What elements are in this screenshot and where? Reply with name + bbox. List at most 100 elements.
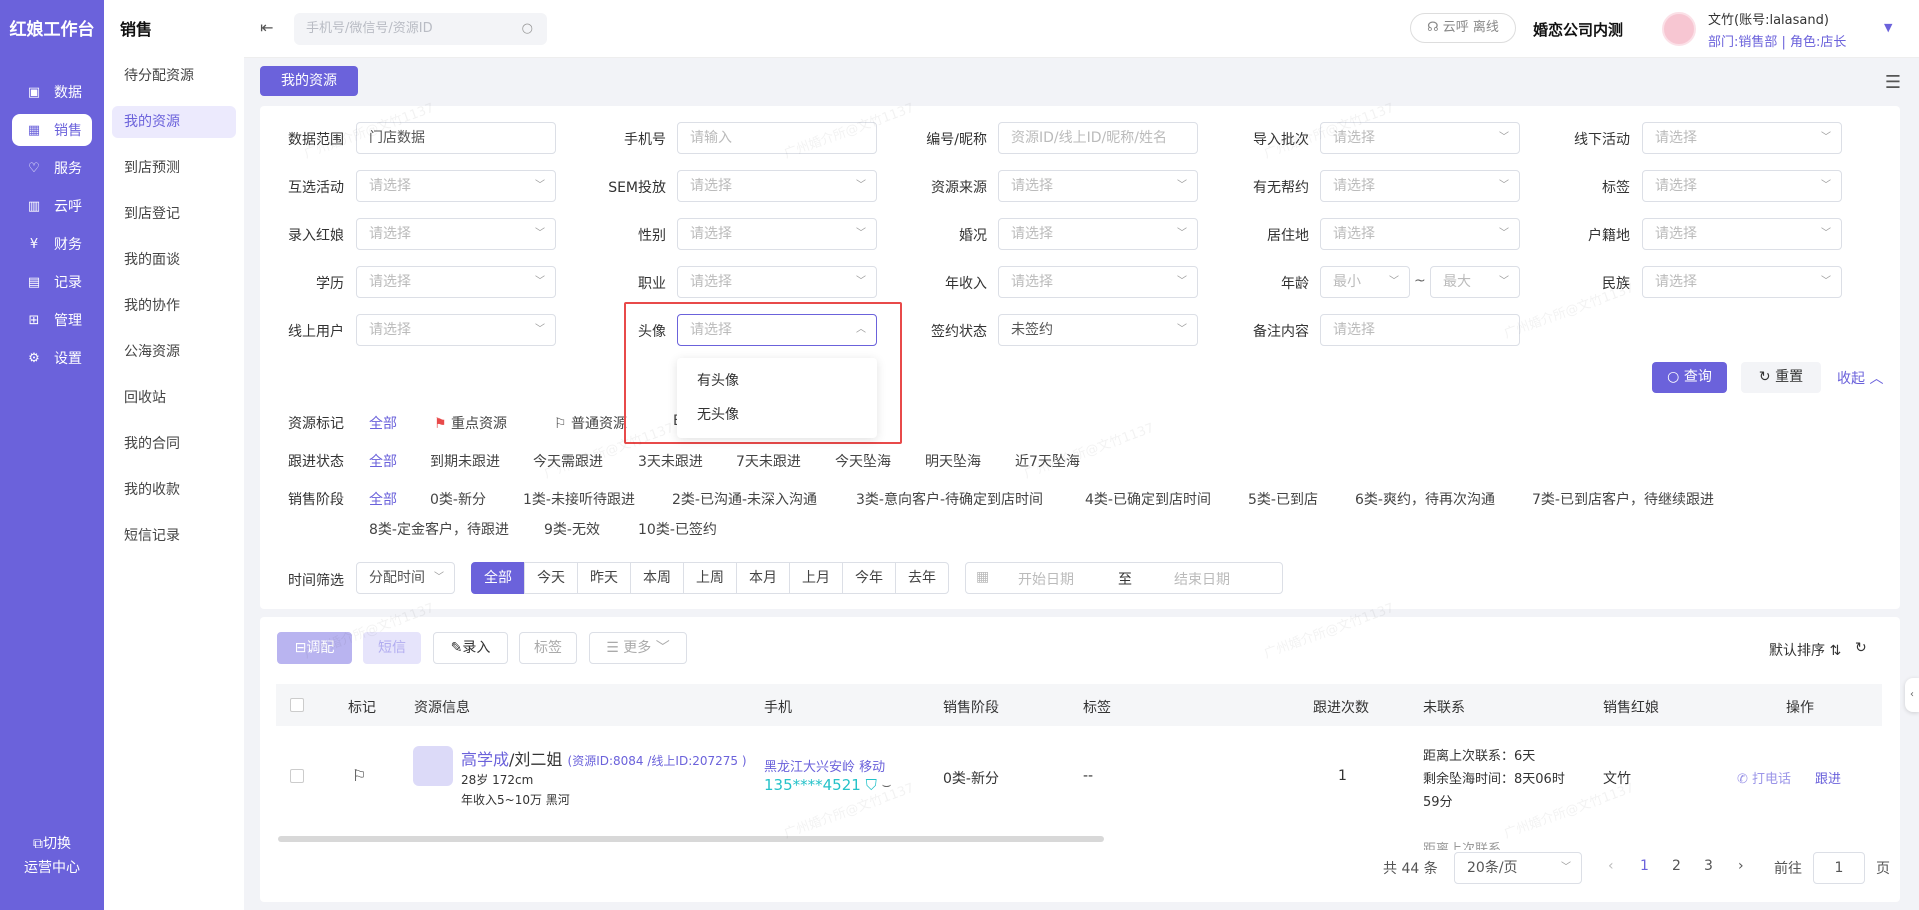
- time-seg[interactable]: 本月: [736, 562, 790, 594]
- gender-select[interactable]: 请选择 ﹀: [677, 218, 877, 250]
- next-page-icon[interactable]: ›: [1738, 858, 1744, 874]
- resource-avatar[interactable]: [413, 746, 453, 786]
- follow-option[interactable]: 明天坠海: [925, 451, 981, 471]
- age-max-select[interactable]: 最大 ﹀: [1430, 266, 1520, 298]
- code-input[interactable]: 资源ID/线上ID/昵称/姓名: [998, 122, 1198, 154]
- stage-option[interactable]: 5类-已到店: [1248, 489, 1318, 509]
- nav-manage[interactable]: ⊞ 管理: [12, 304, 92, 336]
- entry-button[interactable]: ✎录入: [433, 632, 508, 664]
- sign-select[interactable]: 未签约 ﹀: [998, 314, 1198, 346]
- collapse-menu-icon[interactable]: ⇤: [260, 18, 280, 38]
- search-icon[interactable]: ○: [522, 13, 533, 45]
- mark-option-key[interactable]: ⚑ 重点资源: [434, 413, 507, 433]
- reset-button[interactable]: ↻ 重置: [1741, 362, 1821, 393]
- flag-outline-icon[interactable]: ⚐: [352, 766, 366, 785]
- time-seg[interactable]: 昨天: [577, 562, 631, 594]
- phone-number[interactable]: 135****4521 ⛉ ⌣: [764, 776, 892, 794]
- cloud-call-status-button[interactable]: ☊ 云呼 离线: [1410, 13, 1516, 43]
- entry-select[interactable]: 请选择 ﹀: [356, 218, 556, 250]
- refresh-icon[interactable]: ↻: [1855, 640, 1867, 656]
- user-dropdown-icon[interactable]: ▼: [1884, 21, 1892, 34]
- marriage-select[interactable]: 请选择 ﹀: [998, 218, 1198, 250]
- nav-cloudcall[interactable]: ▥ 云呼: [12, 190, 92, 222]
- stage-option[interactable]: 7类-已到店客户，待继续跟进: [1532, 489, 1714, 509]
- time-seg[interactable]: 今年: [842, 562, 896, 594]
- nav-settings[interactable]: ⚙ 设置: [12, 342, 92, 374]
- stage-option[interactable]: 9类-无效: [544, 519, 600, 539]
- residence-select[interactable]: 请选择 ﹀: [1320, 218, 1520, 250]
- subnav-item[interactable]: 我的面谈: [112, 244, 236, 276]
- offline-select[interactable]: 请选择 ﹀: [1642, 122, 1842, 154]
- call-button[interactable]: ✆ 打电话: [1737, 768, 1791, 787]
- import-batch-select[interactable]: 请选择 ﹀: [1320, 122, 1520, 154]
- nav-service[interactable]: ♡ 服务: [12, 152, 92, 184]
- horizontal-scrollbar[interactable]: [278, 836, 1104, 842]
- stage-option[interactable]: 1类-未接听待跟进: [523, 489, 635, 509]
- page-size-select[interactable]: 20条/页 ﹀: [1454, 852, 1582, 884]
- edu-select[interactable]: 请选择 ﹀: [356, 266, 556, 298]
- tag-button[interactable]: 标签: [519, 632, 577, 664]
- follow-option[interactable]: 近7天坠海: [1015, 451, 1080, 471]
- follow-option[interactable]: 今天坠海: [835, 451, 891, 471]
- subnav-item[interactable]: 我的合同: [112, 428, 236, 460]
- time-seg[interactable]: 本周: [630, 562, 684, 594]
- stage-option[interactable]: 6类-爽约，待再次沟通: [1355, 489, 1495, 509]
- time-seg[interactable]: 去年: [895, 562, 949, 594]
- source-select[interactable]: 请选择 ﹀: [998, 170, 1198, 202]
- date-range-picker[interactable]: ▦ 开始日期 至 结束日期: [965, 562, 1283, 594]
- side-expand-icon[interactable]: ‹: [1905, 678, 1919, 712]
- tab-my-resources[interactable]: 我的资源: [260, 66, 358, 96]
- time-seg[interactable]: 上周: [683, 562, 737, 594]
- row-checkbox[interactable]: [290, 769, 304, 783]
- user-avatar[interactable]: [1662, 12, 1696, 46]
- mark-option-all[interactable]: 全部: [369, 413, 397, 433]
- age-min-select[interactable]: 最小 ﹀: [1320, 266, 1410, 298]
- follow-option[interactable]: 全部: [369, 451, 397, 471]
- subnav-item[interactable]: 短信记录: [112, 520, 236, 552]
- subnav-item[interactable]: 我的协作: [112, 290, 236, 322]
- subnav-item[interactable]: 公海资源: [112, 336, 236, 368]
- eye-closed-icon[interactable]: ⌣: [882, 776, 892, 794]
- job-select[interactable]: 请选择 ﹀: [677, 266, 877, 298]
- sort-button[interactable]: 默认排序 ⇅: [1769, 640, 1841, 660]
- tag-select[interactable]: 请选择 ﹀: [1642, 170, 1842, 202]
- time-seg[interactable]: 今天: [524, 562, 578, 594]
- subnav-item-active[interactable]: 我的资源: [112, 106, 236, 138]
- data-scope-select[interactable]: 门店数据: [356, 122, 556, 154]
- stage-option[interactable]: 10类-已签约: [638, 519, 717, 539]
- menu-icon[interactable]: ☰: [1885, 72, 1901, 93]
- page-2[interactable]: 2: [1672, 858, 1681, 874]
- select-all-checkbox[interactable]: [290, 698, 304, 712]
- stage-option[interactable]: 3类-意向客户-待确定到店时间: [856, 489, 1043, 509]
- help-select[interactable]: 请选择 ﹀: [1320, 170, 1520, 202]
- mark-option-normal[interactable]: ⚐ 普通资源: [554, 413, 627, 433]
- collapse-filter-link[interactable]: 收起 ︿: [1837, 368, 1883, 388]
- sms-button[interactable]: 短信: [363, 632, 421, 664]
- follow-option[interactable]: 3天未跟进: [638, 451, 703, 471]
- time-seg-all[interactable]: 全部: [471, 562, 525, 594]
- remark-input[interactable]: 请选择: [1320, 314, 1520, 346]
- follow-option[interactable]: 到期未跟进: [430, 451, 500, 471]
- page-3[interactable]: 3: [1704, 858, 1713, 874]
- sem-select[interactable]: 请选择 ﹀: [677, 170, 877, 202]
- top-search-input[interactable]: 手机号/微信号/资源ID ○: [294, 13, 547, 45]
- switch-center-button[interactable]: ⧉切换 运营中心: [0, 832, 104, 880]
- dropdown-option-has-avatar[interactable]: 有头像: [677, 364, 877, 398]
- ethnic-select[interactable]: 请选择 ﹀: [1642, 266, 1842, 298]
- subnav-item[interactable]: 回收站: [112, 382, 236, 414]
- stage-option[interactable]: 4类-已确定到店时间: [1085, 489, 1211, 509]
- income-select[interactable]: 请选择 ﹀: [998, 266, 1198, 298]
- subnav-item[interactable]: 到店预测: [112, 152, 236, 184]
- page-1[interactable]: 1: [1640, 858, 1649, 874]
- stage-option[interactable]: 0类-新分: [430, 489, 486, 509]
- mutual-select[interactable]: 请选择 ﹀: [356, 170, 556, 202]
- phone-input[interactable]: 请输入: [677, 122, 877, 154]
- nav-finance[interactable]: ¥ 财务: [12, 228, 92, 260]
- time-type-select[interactable]: 分配时间 ﹀: [356, 562, 455, 594]
- goto-page-input[interactable]: 1: [1813, 852, 1865, 884]
- online-select[interactable]: 请选择 ﹀: [356, 314, 556, 346]
- dropdown-option-no-avatar[interactable]: 无头像: [677, 398, 877, 432]
- nav-sales[interactable]: ▦ 销售: [12, 114, 92, 146]
- nav-data[interactable]: ▣ 数据: [12, 76, 92, 108]
- follow-button[interactable]: 跟进: [1815, 768, 1841, 787]
